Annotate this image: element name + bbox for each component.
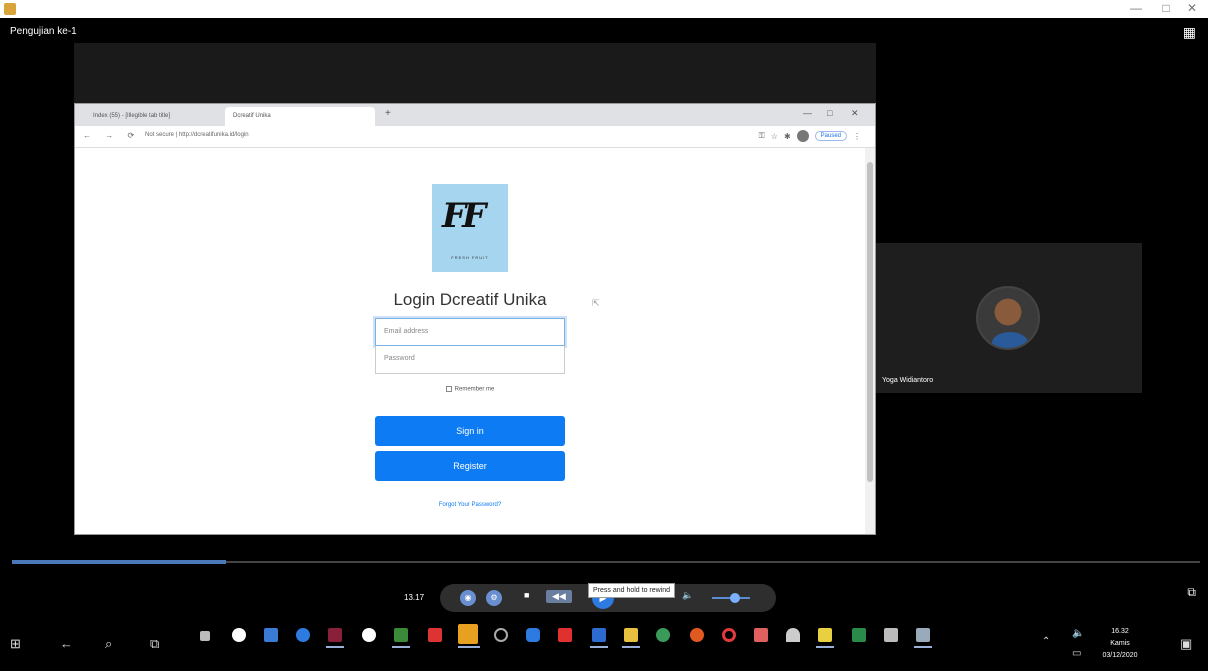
- meeting-title: Pengujian ke-1: [10, 26, 77, 37]
- browser-tab-inactive[interactable]: Index (55) - [Illegible tab title]: [85, 107, 225, 126]
- taskbar-clock[interactable]: 16.32 Kamis 03/12/2020: [1100, 626, 1140, 662]
- active-app-indicator: [458, 646, 480, 648]
- network-icon[interactable]: ▭: [1072, 648, 1081, 659]
- register-button[interactable]: Register: [375, 451, 565, 481]
- active-app-indicator: [326, 646, 344, 648]
- zoom-player-icon[interactable]: [458, 624, 478, 644]
- active-app-indicator: [914, 646, 932, 648]
- key-icon[interactable]: ⚿: [759, 131, 765, 141]
- paint-icon[interactable]: [884, 628, 898, 642]
- window-titlebar: — □ ✕: [0, 0, 1208, 18]
- back-icon[interactable]: ←: [60, 636, 73, 651]
- participant-avatar: [976, 286, 1040, 350]
- browser-address-bar: ← → ⟳ Not secure | http://dcreatifunika.…: [75, 126, 875, 148]
- browser-close-button[interactable]: ✕: [851, 108, 859, 119]
- participant-name: Yoga Widiantoro: [882, 377, 934, 384]
- pdf-icon[interactable]: [428, 628, 442, 642]
- word-icon[interactable]: [592, 628, 606, 642]
- volume-icon[interactable]: 🔈: [682, 590, 693, 601]
- edge-icon[interactable]: [296, 628, 310, 642]
- participant-tile[interactable]: Yoga Widiantoro: [876, 243, 1142, 393]
- browser-toolbar-right: ⚿ ☆ ✱ Paused ⋮: [759, 130, 861, 142]
- clock-day: Kamis: [1110, 640, 1130, 647]
- captions-icon[interactable]: ◉: [460, 590, 476, 606]
- browser-minimize-button[interactable]: —: [803, 108, 812, 118]
- settings-icon[interactable]: ⚙: [486, 590, 502, 606]
- logo-subtitle: FRESH FRUIT: [451, 255, 489, 260]
- rewind-icon[interactable]: ◀◀: [546, 590, 572, 603]
- volume-slider-thumb[interactable]: [730, 593, 740, 603]
- chart-app-icon[interactable]: [394, 628, 408, 642]
- opera-icon[interactable]: [722, 628, 736, 642]
- chrome-icon[interactable]: [232, 628, 246, 642]
- rewind-tooltip: Press and hold to rewind: [588, 583, 676, 598]
- logo-mark: FF: [442, 196, 486, 236]
- login-title: Login Dcreatif Unika: [393, 290, 547, 309]
- folder-icon[interactable]: [624, 628, 638, 642]
- password-field[interactable]: Password: [375, 346, 565, 374]
- maximize-button[interactable]: □: [1154, 1, 1178, 15]
- sync-paused-badge[interactable]: Paused: [814, 131, 847, 141]
- sign-in-button[interactable]: Sign in: [375, 416, 565, 446]
- browser-maximize-button[interactable]: □: [827, 108, 832, 118]
- windows-start-icon[interactable]: ⊞: [10, 636, 21, 652]
- tray-chevron-icon[interactable]: ⌃: [1042, 636, 1050, 647]
- popout-icon[interactable]: ⧉: [1187, 585, 1196, 600]
- task-view-icon[interactable]: ⧉: [150, 636, 159, 652]
- remember-checkbox[interactable]: [445, 386, 452, 392]
- red-app-icon[interactable]: [558, 628, 572, 642]
- browser-tab-active[interactable]: Dcreatif Unika: [225, 107, 375, 126]
- excel-icon[interactable]: [852, 628, 866, 642]
- forgot-password-link[interactable]: Forgot Your Password?: [375, 502, 565, 508]
- game-app-icon[interactable]: [786, 628, 800, 642]
- notes-icon[interactable]: [818, 628, 832, 642]
- video-stage: Pengujian ke-1 ▦ Index (55) - [Illegible…: [0, 18, 1208, 631]
- minimize-button[interactable]: —: [1124, 1, 1148, 15]
- close-button[interactable]: ✕: [1180, 1, 1204, 15]
- browser-nav-buttons[interactable]: ← → ⟳: [83, 131, 140, 140]
- login-page: FF FRESH FRUIT Login Dcreatif Unika ⇱ Em…: [75, 148, 865, 534]
- clock-time: 16.32: [1111, 628, 1129, 635]
- app-icon: [4, 3, 16, 15]
- stop-icon[interactable]: ■: [524, 590, 529, 600]
- email-field[interactable]: Email address: [375, 318, 565, 346]
- clock-app-icon[interactable]: [494, 628, 508, 642]
- shared-browser-window: Index (55) - [Illegible tab title] Dcrea…: [74, 103, 876, 535]
- site-logo: FF FRESH FRUIT: [432, 184, 508, 272]
- volume-tray-icon[interactable]: 🔈: [1072, 628, 1084, 639]
- current-time: 13.17: [404, 593, 425, 602]
- taskbar: [0, 618, 1208, 671]
- globe-icon[interactable]: [362, 628, 376, 642]
- browser-tab-strip: Index (55) - [Illegible tab title] Dcrea…: [75, 104, 875, 126]
- avatar-shirt: [992, 332, 1028, 348]
- media-app-icon[interactable]: [328, 628, 342, 642]
- menu-icon[interactable]: ⋮: [853, 132, 861, 141]
- pen-app-icon[interactable]: [200, 631, 210, 641]
- search-icon[interactable]: ⌕: [105, 636, 112, 652]
- person-app-icon[interactable]: [264, 628, 278, 642]
- active-app-indicator: [622, 646, 640, 648]
- notifications-icon[interactable]: ▣: [1180, 636, 1192, 652]
- clock-date: 03/12/2020: [1102, 652, 1138, 659]
- new-tab-button[interactable]: +: [385, 108, 391, 119]
- active-app-indicator: [816, 646, 834, 648]
- extensions-icon[interactable]: ✱: [784, 132, 791, 141]
- mouse-cursor-icon: ⇱: [592, 298, 600, 308]
- zoom-icon[interactable]: [526, 628, 540, 642]
- remember-me[interactable]: Remember me: [375, 386, 565, 393]
- scrollbar-thumb[interactable]: [867, 162, 873, 482]
- url-field[interactable]: Not secure | http://dcreatifunika.id/log…: [145, 132, 249, 138]
- profile-avatar[interactable]: [796, 130, 809, 142]
- green-app-icon[interactable]: [656, 628, 670, 642]
- active-app-indicator: [392, 646, 410, 648]
- active-app-indicator: [590, 646, 608, 648]
- progress-fill: [12, 560, 226, 564]
- grid-icon[interactable]: ▦: [1183, 24, 1196, 41]
- firefox-icon[interactable]: [690, 628, 704, 642]
- remember-label: Remember me: [454, 386, 495, 393]
- star-icon[interactable]: ☆: [771, 132, 778, 141]
- app-icon-extra[interactable]: [916, 628, 930, 642]
- photo-app-icon[interactable]: [754, 628, 768, 642]
